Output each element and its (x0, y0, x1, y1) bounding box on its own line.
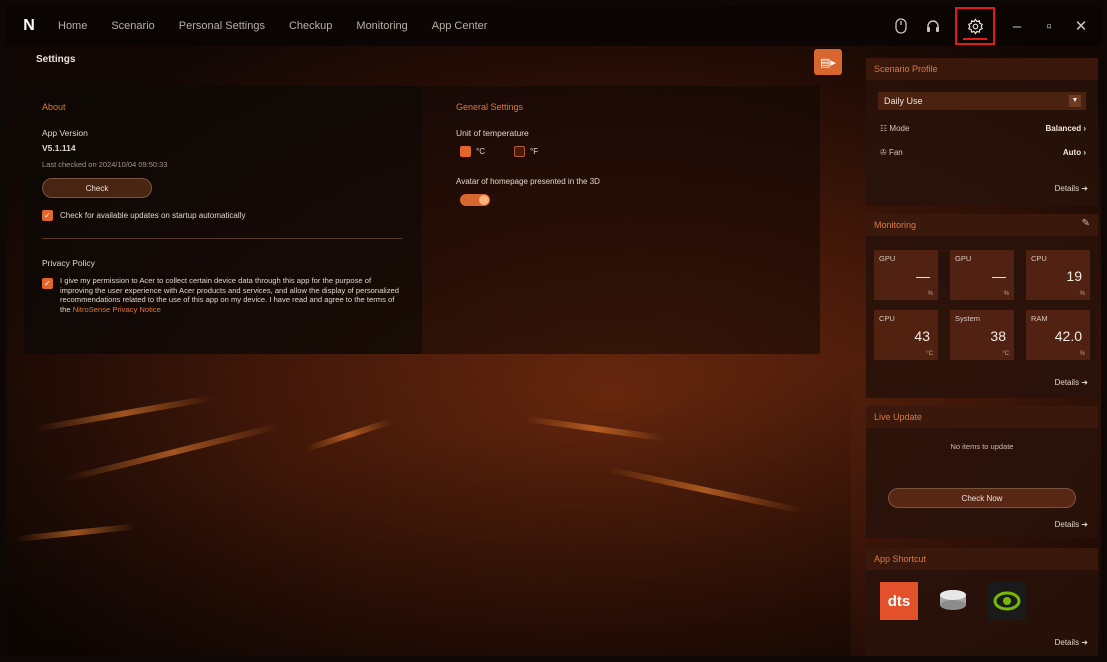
dts-logo-text: dts (887, 592, 911, 610)
live-update-card: Live Update No items to update Check Now… (866, 406, 1098, 538)
general-settings-title: General Settings (456, 102, 524, 112)
minimize-button[interactable]: – (1001, 6, 1033, 46)
auto-update-checkbox[interactable]: ✓ (42, 210, 53, 221)
live-update-title: Live Update (866, 406, 1098, 428)
nvidia-app-icon[interactable] (988, 582, 1026, 620)
nav-checkup[interactable]: Checkup (289, 20, 332, 32)
section-divider (42, 238, 402, 239)
check-now-button[interactable]: Check Now (888, 488, 1076, 508)
monitoring-details-link[interactable]: Details ➜ (1055, 378, 1088, 387)
unit-celsius-label: °C (476, 147, 485, 156)
scenario-dropdown[interactable]: Daily Use ▼ (878, 92, 1086, 110)
app-window: N Home Scenario Personal Settings Checku… (6, 6, 1101, 656)
live-update-details-link[interactable]: Details ➜ (1055, 520, 1088, 529)
top-bar: N Home Scenario Personal Settings Checku… (6, 6, 1101, 46)
mode-row[interactable]: ☷ Mode Balanced › (880, 124, 1086, 138)
mode-icon: ☷ (880, 124, 890, 133)
window-controls: – ▫ ✕ (885, 6, 1101, 46)
monitor-tile-cpu-temp: CPU 43 °C (874, 310, 938, 360)
scenario-details-link[interactable]: Details ➜ (1055, 184, 1088, 193)
unit-fahrenheit-radio[interactable] (514, 146, 525, 157)
storage-app-icon[interactable] (934, 582, 972, 620)
settings-gear-button[interactable] (955, 7, 995, 45)
monitor-tile-ram: RAM 42.0% (1026, 310, 1090, 360)
right-sidebar: Scenario Profile Daily Use ▼ ☷ Mode Bala… (866, 58, 1098, 656)
avatar-3d-label: Avatar of homepage presented in the 3D (456, 177, 600, 186)
close-button[interactable]: ✕ (1065, 6, 1097, 46)
restore-button[interactable]: ▫ (1033, 6, 1065, 46)
monitoring-title: Monitoring (866, 214, 1098, 236)
headset-icon[interactable] (917, 6, 949, 46)
privacy-consent-checkbox[interactable]: ✓ (42, 278, 53, 289)
background-road (6, 356, 851, 656)
nav-personal-settings[interactable]: Personal Settings (179, 20, 265, 32)
app-version-value: V5.1.114 (42, 143, 76, 153)
privacy-notice-link[interactable]: NitroSense Privacy Notice (73, 305, 161, 314)
fan-icon: ✇ (880, 148, 889, 157)
auto-update-label: Check for available updates on startup a… (60, 211, 246, 220)
scenario-profile-card: Scenario Profile Daily Use ▼ ☷ Mode Bala… (866, 58, 1098, 206)
panel-toggle-icon: ▤▸ (820, 56, 836, 69)
privacy-title: Privacy Policy (42, 258, 95, 268)
main-nav: Home Scenario Personal Settings Checkup … (58, 20, 511, 32)
about-title: About (42, 102, 66, 112)
about-panel: About App Version V5.1.114 Last checked … (24, 86, 422, 354)
app-shortcut-details-link[interactable]: Details ➜ (1055, 638, 1088, 647)
wrench-icon[interactable]: ✎ (1082, 218, 1090, 229)
monitor-tile-system-temp: System 38 °C (950, 310, 1014, 360)
general-settings-panel: General Settings Unit of temperature °C … (422, 86, 820, 354)
unit-celsius-radio[interactable] (460, 146, 471, 157)
mouse-icon[interactable] (885, 6, 917, 46)
monitor-tile-gpu-usage: GPU —% (874, 250, 938, 300)
nav-scenario[interactable]: Scenario (111, 20, 154, 32)
mode-value: Balanced › (1045, 124, 1086, 133)
fan-row[interactable]: ✇ Fan Auto › (880, 148, 1086, 162)
app-shortcut-card: App Shortcut dts Details ➜ (866, 548, 1098, 656)
unit-fahrenheit-label: °F (530, 147, 539, 156)
monitoring-card: Monitoring ✎ GPU —% GPU —% CPU 19% CPU 43 °C … (866, 214, 1098, 398)
chevron-down-icon: ▼ (1069, 95, 1081, 107)
fan-label: Fan (888, 148, 903, 157)
nav-home[interactable]: Home (58, 20, 87, 32)
nav-app-center[interactable]: App Center (432, 20, 488, 32)
scenario-selected: Daily Use (884, 96, 923, 106)
check-button[interactable]: Check (42, 178, 152, 198)
fan-value: Auto › (1062, 148, 1086, 157)
page-title: Settings (36, 54, 76, 65)
mode-label: Mode (889, 124, 910, 133)
live-update-status: No items to update (950, 442, 1014, 451)
monitor-tile-cpu-usage: CPU 19% (1026, 250, 1090, 300)
dts-app-icon[interactable]: dts (880, 582, 918, 620)
last-checked-text: Last checked on 2024/10/04 09:50:33 (42, 160, 168, 169)
nav-monitoring[interactable]: Monitoring (356, 20, 407, 32)
scenario-profile-title: Scenario Profile (866, 58, 1098, 80)
toggle-knob (479, 195, 489, 205)
app-shortcut-title: App Shortcut (866, 548, 1098, 570)
avatar-3d-toggle[interactable] (460, 194, 490, 206)
unit-of-temperature-label: Unit of temperature (456, 128, 529, 138)
nitro-logo-icon: N (23, 17, 35, 34)
app-version-label: App Version (42, 128, 88, 138)
collapse-panel-button[interactable]: ▤▸ (814, 49, 842, 75)
monitor-tile-gpu-2: GPU —% (950, 250, 1014, 300)
privacy-text: I give my permission to Acer to collect … (60, 276, 400, 314)
